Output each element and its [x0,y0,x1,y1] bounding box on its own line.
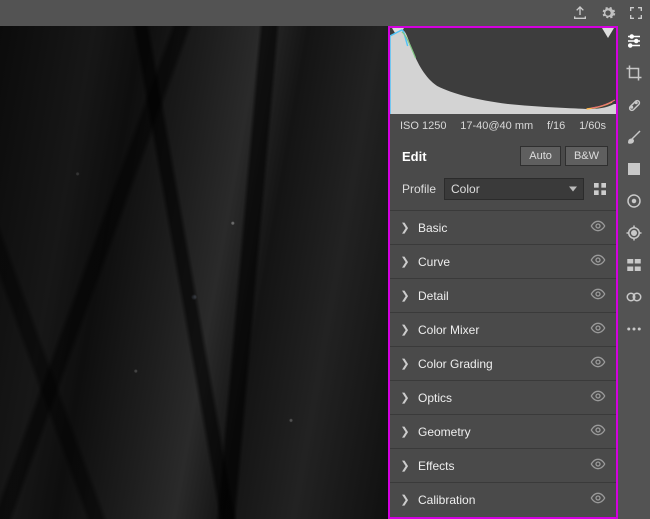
section-label: Optics [418,391,590,405]
image-canvas[interactable] [0,26,388,519]
profile-row: Profile Color [390,174,616,210]
visibility-icon[interactable] [590,218,606,237]
profile-browser-icon[interactable] [592,181,608,197]
exif-lens: 17-40@40 mm [460,120,533,132]
edit-header: Edit AutoB&W [390,138,616,174]
visibility-icon[interactable] [590,422,606,441]
visibility-icon[interactable] [590,320,606,339]
visibility-icon[interactable] [590,388,606,407]
exif-row: ISO 1250 17-40@40 mm f/16 1/60s [390,114,616,138]
section-label: Color Mixer [418,323,590,337]
fullscreen-icon[interactable] [628,5,644,21]
chevron-right-icon: ❯ [398,425,412,438]
edit-title: Edit [402,149,427,164]
section-label: Geometry [418,425,590,439]
presets-icon[interactable] [625,256,643,274]
sliders-icon[interactable] [625,32,643,50]
visibility-icon[interactable] [590,354,606,373]
section-label: Basic [418,221,590,235]
exif-aperture: f/16 [547,120,565,132]
section-color-grading[interactable]: ❯ Color Grading [390,346,616,380]
chevron-right-icon: ❯ [398,391,412,404]
exif-shutter: 1/60s [579,120,606,132]
section-label: Curve [418,255,590,269]
chevron-right-icon: ❯ [398,357,412,370]
section-color-mixer[interactable]: ❯ Color Mixer [390,312,616,346]
chevron-right-icon: ❯ [398,255,412,268]
healing-icon[interactable] [625,96,643,114]
chevron-right-icon: ❯ [398,323,412,336]
gradient-icon[interactable] [625,160,643,178]
edit-accordion: ❯ Basic ❯ Curve ❯ Detail ❯ Color Mixer ❯ [390,210,616,517]
right-toolbar [618,26,650,519]
section-label: Effects [418,459,590,473]
radial-icon[interactable] [625,192,643,210]
visibility-icon[interactable] [590,286,606,305]
profile-value: Color [451,182,480,196]
auto-button[interactable]: Auto [520,146,561,166]
chevron-right-icon: ❯ [398,289,412,302]
profile-select[interactable]: Color [444,178,584,200]
section-curve[interactable]: ❯ Curve [390,244,616,278]
chevron-right-icon: ❯ [398,459,412,472]
bw-button[interactable]: B&W [565,146,608,166]
section-calibration[interactable]: ❯ Calibration [390,482,616,516]
redeye-icon[interactable] [625,224,643,242]
chevron-right-icon: ❯ [398,221,412,234]
top-toolbar [0,0,650,26]
section-effects[interactable]: ❯ Effects [390,448,616,482]
section-label: Detail [418,289,590,303]
visibility-icon[interactable] [590,252,606,271]
visibility-icon[interactable] [590,456,606,475]
section-detail[interactable]: ❯ Detail [390,278,616,312]
section-geometry[interactable]: ❯ Geometry [390,414,616,448]
visibility-icon[interactable] [590,490,606,509]
section-label: Color Grading [418,357,590,371]
gear-icon[interactable] [600,5,616,21]
section-basic[interactable]: ❯ Basic [390,210,616,244]
brush-icon[interactable] [625,128,643,146]
profile-label: Profile [402,182,436,196]
exif-iso: ISO 1250 [400,120,446,132]
export-icon[interactable] [572,5,588,21]
chevron-right-icon: ❯ [398,493,412,506]
section-optics[interactable]: ❯ Optics [390,380,616,414]
section-label: Calibration [418,493,590,507]
histogram[interactable] [390,28,616,114]
edit-panel: ISO 1250 17-40@40 mm f/16 1/60s Edit Aut… [388,26,618,519]
snapshots-icon[interactable] [625,288,643,306]
crop-icon[interactable] [625,64,643,82]
more-icon[interactable] [625,320,643,338]
